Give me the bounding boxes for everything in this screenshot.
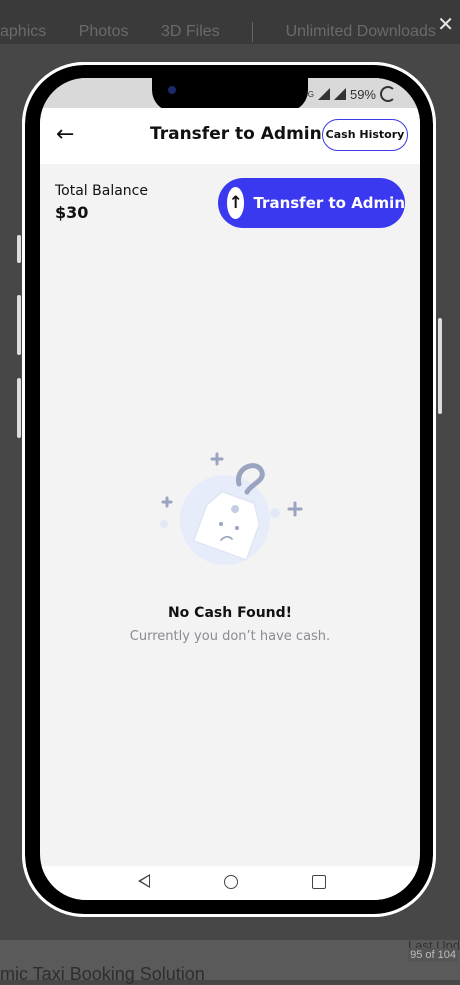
transfer-to-admin-button[interactable]: ↑ Transfer to Admin — [218, 178, 405, 228]
close-icon[interactable]: ✕ — [437, 12, 454, 36]
phone-side-button — [17, 235, 21, 263]
tab-3d-files[interactable]: 3D Files — [161, 23, 220, 40]
tab-unlimited-downloads[interactable]: Unlimited Downloads — [286, 23, 436, 40]
arrow-up-icon: ↑ — [227, 187, 245, 219]
phone-screen: 4G 59% ← Transfer to Admin Cash History … — [40, 78, 420, 900]
nav-home-icon[interactable] — [224, 875, 238, 889]
empty-tag-illustration — [160, 452, 303, 565]
phone-side-button — [17, 378, 21, 438]
tab-photos[interactable]: Photos — [79, 23, 129, 40]
phone-side-button — [438, 318, 442, 414]
battery-icon — [380, 86, 396, 102]
signal-icon — [317, 88, 330, 100]
back-arrow-icon[interactable]: ← — [56, 122, 74, 148]
nav-recents-icon[interactable] — [312, 875, 326, 889]
total-balance-value: $30 — [55, 203, 89, 222]
signal-icon — [333, 88, 346, 100]
battery-percent: 59% — [349, 86, 376, 102]
system-nav-bar — [40, 866, 420, 900]
page-footer: Last Upd 95 of 104 amic Taxi Booking Sol… — [0, 938, 460, 984]
cash-history-button[interactable]: Cash History — [322, 119, 408, 151]
app-bar: ← Transfer to Admin Cash History — [40, 108, 420, 164]
empty-state-subtitle: Currently you don’t have cash. — [129, 629, 331, 644]
page-title: Transfer to Admin — [150, 124, 322, 144]
site-topbar: aphics Photos 3D Files Unlimited Downloa… — [0, 0, 460, 44]
transfer-button-label: Transfer to Admin — [253, 194, 405, 212]
status-indicators: 4G 59% — [303, 86, 396, 102]
divider — [252, 22, 254, 42]
camera-icon — [168, 86, 176, 94]
image-counter: 95 of 104 — [408, 948, 458, 962]
total-balance-label: Total Balance — [55, 183, 148, 199]
camera-notch — [152, 78, 308, 112]
item-title: amic Taxi Booking Solution — [0, 964, 205, 984]
tab-graphics[interactable]: aphics — [0, 23, 46, 40]
category-tabs: aphics Photos 3D Files Unlimited Downloa… — [0, 22, 460, 42]
phone-side-button — [17, 295, 21, 355]
nav-back-icon[interactable] — [138, 874, 150, 888]
empty-state-title: No Cash Found! — [167, 605, 293, 621]
